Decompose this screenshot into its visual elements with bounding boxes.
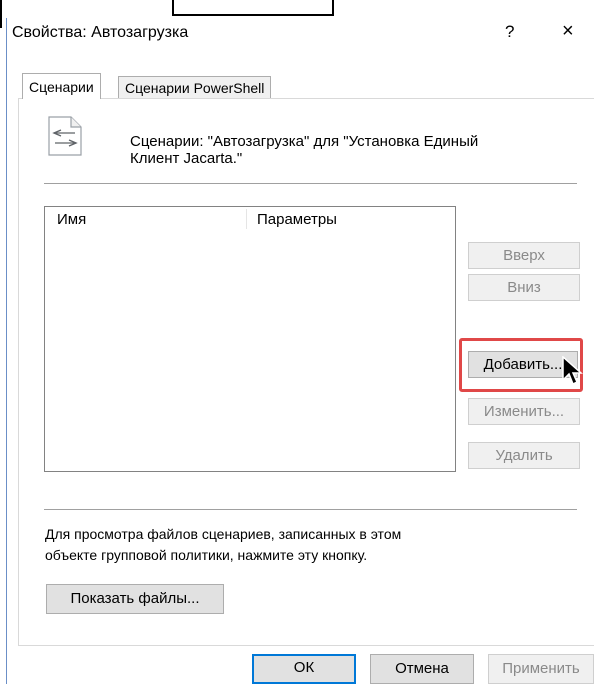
tab-scripts[interactable]: Сценарии — [22, 73, 101, 99]
info-text: Для просмотра файлов сценариев, записанн… — [45, 524, 401, 566]
window-border — [6, 18, 7, 684]
close-button[interactable]: × — [562, 20, 574, 43]
edit-button[interactable]: Изменить... — [468, 398, 580, 425]
info-text-line2: объекте групповой политики, нажмите эту … — [45, 547, 368, 563]
script-file-icon — [48, 116, 82, 160]
separator-bottom — [44, 509, 577, 510]
show-files-button[interactable]: Показать файлы... — [46, 584, 224, 614]
column-header-name[interactable]: Имя — [57, 211, 86, 228]
header-description: Сценарии: "Автозагрузка" для "Установка … — [130, 133, 478, 167]
mouse-cursor-icon — [562, 355, 584, 390]
window-edge — [0, 0, 2, 28]
info-text-line1: Для просмотра файлов сценариев, записанн… — [45, 526, 402, 542]
scripts-list[interactable]: Имя Параметры — [44, 206, 456, 472]
move-down-button[interactable]: Вниз — [468, 274, 580, 301]
cancel-button[interactable]: Отмена — [370, 654, 474, 684]
background-frame — [172, 0, 334, 16]
column-divider[interactable] — [246, 209, 247, 229]
header-description-line1: Сценарии: "Автозагрузка" для "Установка … — [130, 133, 479, 150]
header-description-line2: Клиент Jacarta." — [130, 150, 243, 167]
apply-button[interactable]: Применить — [488, 654, 594, 684]
column-header-parameters[interactable]: Параметры — [257, 211, 337, 228]
move-up-button[interactable]: Вверх — [468, 242, 580, 269]
tab-powershell-scripts[interactable]: Сценарии PowerShell — [118, 76, 272, 98]
remove-button[interactable]: Удалить — [468, 442, 580, 469]
close-icon: × — [562, 20, 574, 42]
ok-button[interactable]: ОК — [252, 654, 356, 684]
help-button[interactable]: ? — [505, 22, 514, 42]
separator-top — [44, 183, 577, 184]
window-title: Свойства: Автозагрузка — [12, 24, 189, 41]
